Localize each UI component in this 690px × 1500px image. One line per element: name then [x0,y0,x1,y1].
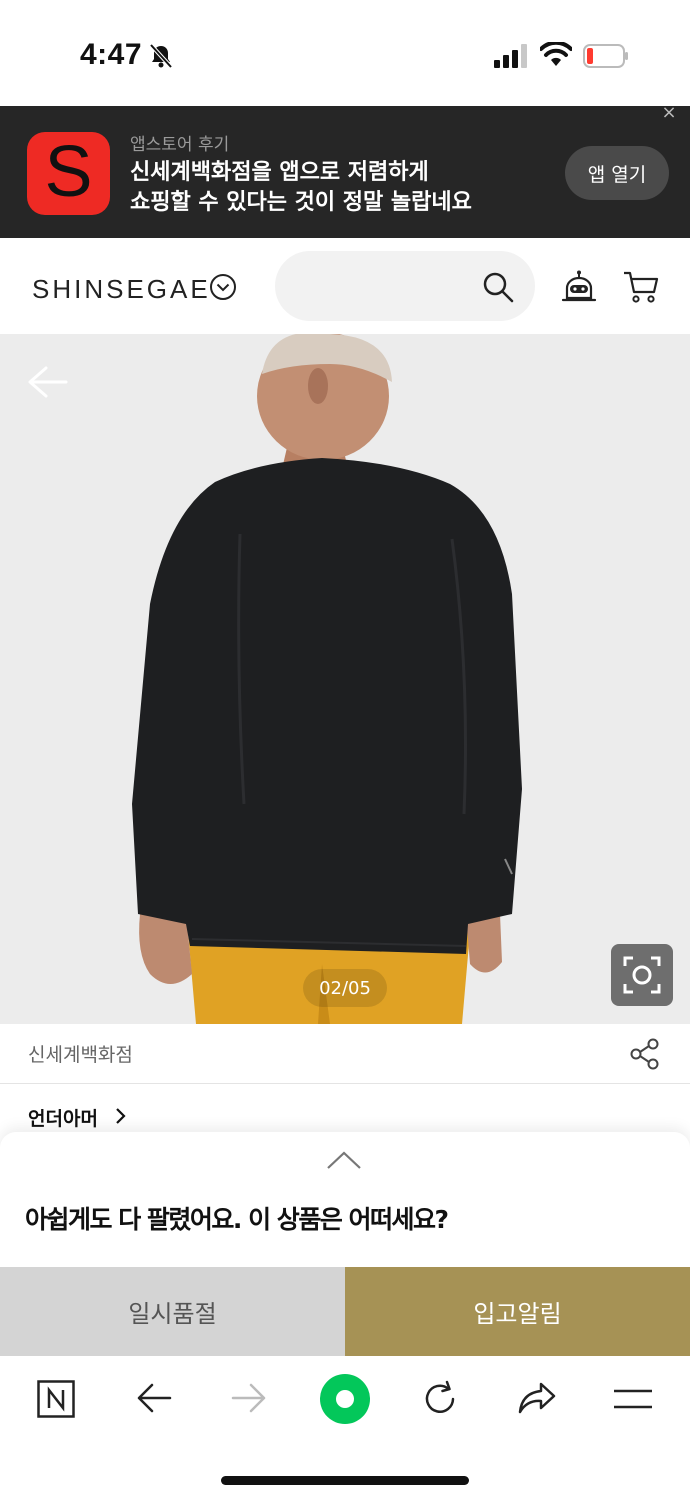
product-brand-link[interactable]: 언더아머 [28,1104,98,1131]
cellular-signal-icon [494,44,527,68]
reload-icon[interactable] [421,1380,459,1418]
image-search-button[interactable] [611,944,673,1006]
chevron-up-icon[interactable] [326,1150,362,1170]
chevron-right-icon[interactable] [114,1106,128,1126]
browser-toolbar [0,1356,690,1500]
status-bar: 4:47 [0,0,690,106]
product-image[interactable]: 02/05 [0,334,690,1024]
share-icon[interactable] [517,1381,557,1415]
image-counter: 02/05 [303,969,387,1007]
close-icon[interactable]: × [660,104,678,122]
menu-icon[interactable] [613,1388,653,1410]
open-app-button[interactable]: 앱 열기 [565,146,669,200]
banner-subtitle: 앱스토어 후기 [130,135,230,155]
banner-title-line1: 신세계백화점을 앱으로 저렴하게 [130,160,429,185]
sold-out-message: 아쉽게도 다 팔렸어요. 이 상품은 어떠세요? [25,1205,449,1234]
shinsegae-app-logo: S [27,132,110,215]
naver-home-icon[interactable] [37,1380,75,1418]
back-arrow-icon[interactable] [26,364,68,400]
search-icon[interactable] [482,271,514,303]
battery-low-icon [583,44,628,68]
restock-alert-button[interactable]: 입고알림 [345,1267,690,1356]
wifi-icon [540,42,572,66]
status-time: 4:47 [80,38,143,71]
logo-letter: S [44,131,93,212]
site-header: SHINSEGAE [0,238,690,334]
seller-name[interactable]: 신세계백화점 [28,1040,133,1067]
lens-icon [623,956,661,994]
back-icon[interactable] [136,1382,172,1414]
banner-title-line2: 쇼핑할 수 있다는 것이 정말 놀랍네요 [130,190,472,215]
chevron-down-circle-icon[interactable] [209,273,237,301]
seller-row: 신세계백화점 [0,1024,690,1084]
chatbot-icon[interactable] [561,270,597,304]
sold-out-sheet: 아쉽게도 다 팔렸어요. 이 상품은 어떠세요? 일시품절 입고알림 [0,1132,690,1356]
green-dot-icon[interactable] [319,1373,371,1425]
home-indicator [221,1476,469,1485]
bell-off-icon [149,43,173,69]
banner-title: 신세계백화점을 앱으로 저렴하게 쇼핑할 수 있다는 것이 정말 놀랍네요 [130,158,550,218]
app-install-banner[interactable]: S 앱스토어 후기 신세계백화점을 앱으로 저렴하게 쇼핑할 수 있다는 것이 … [0,104,690,238]
share-icon[interactable] [630,1038,660,1070]
forward-icon[interactable] [231,1382,267,1414]
brand-logo[interactable]: SHINSEGAE [32,274,211,305]
product-photo-shirt [132,334,522,1024]
sold-out-button[interactable]: 일시품절 [0,1267,345,1356]
cart-icon[interactable] [622,270,660,304]
